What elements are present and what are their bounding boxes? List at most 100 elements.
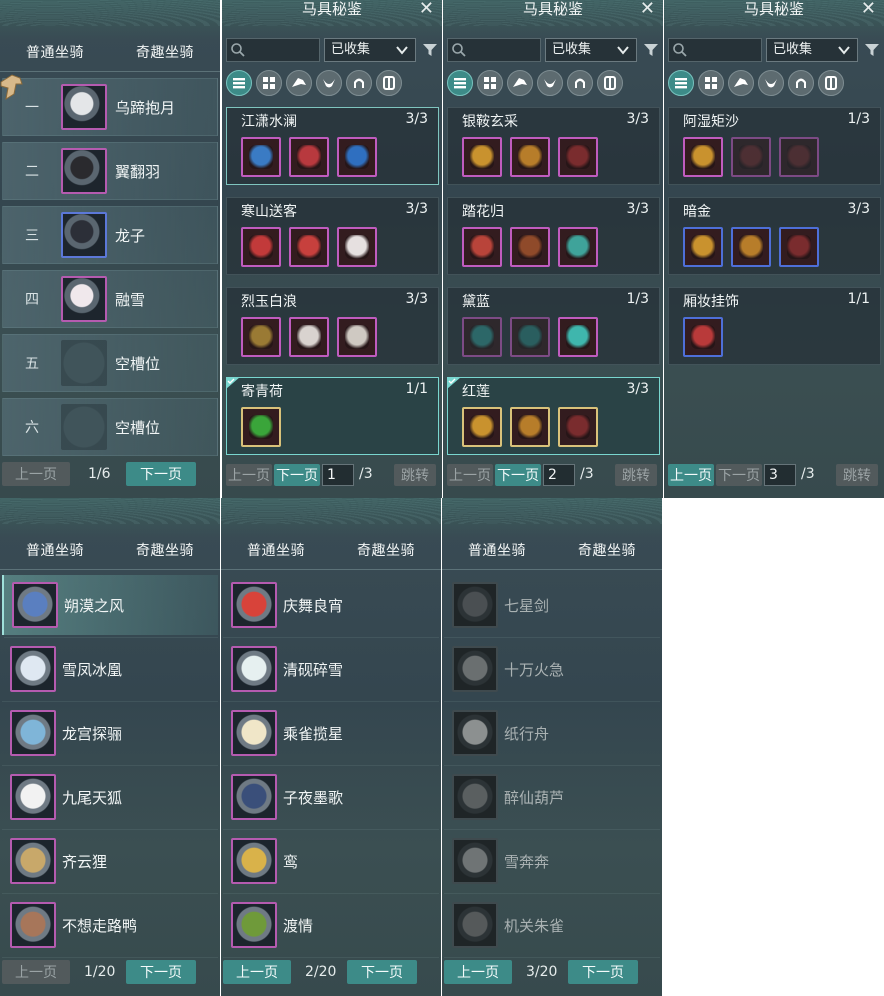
page-input[interactable]: 1 <box>322 464 354 486</box>
fun-mount-row[interactable]: 龙宫探骊 <box>2 703 218 766</box>
collected-filter-select[interactable]: 已收集 <box>324 38 416 62</box>
saddle-piece-icon[interactable] <box>683 227 723 267</box>
horseshoe-icon[interactable] <box>788 70 814 96</box>
fun-mount-row[interactable]: 不想走路鸭 <box>2 895 218 958</box>
horseshoe-icon[interactable] <box>346 70 372 96</box>
fun-mount-row[interactable]: 朔漠之风 <box>2 575 218 638</box>
saddle-icon[interactable] <box>507 70 533 96</box>
next-page-button[interactable]: 下一页 <box>568 960 638 984</box>
saddle-piece-icon[interactable] <box>558 407 598 447</box>
saddle-piece-icon[interactable] <box>337 317 377 357</box>
prev-page-button[interactable]: 上一页 <box>447 464 493 486</box>
next-page-button[interactable]: 下一页 <box>716 464 762 486</box>
saddle-set-card[interactable]: 寄青荷 1/1 <box>226 377 439 455</box>
tab-fun-mounts[interactable]: 奇趣坐骑 <box>110 42 220 68</box>
filter-funnel-icon[interactable] <box>864 42 880 58</box>
saddle-piece-icon[interactable] <box>289 137 329 177</box>
page-input[interactable]: 2 <box>543 464 575 486</box>
fun-mount-row[interactable]: 九尾天狐 <box>2 767 218 830</box>
list-view-icon[interactable] <box>447 70 473 96</box>
fun-mount-row[interactable]: 齐云狸 <box>2 831 218 894</box>
prev-page-button[interactable]: 上一页 <box>223 960 291 984</box>
tab-fun-mounts[interactable]: 奇趣坐骑 <box>552 540 662 566</box>
grid-view-icon[interactable] <box>256 70 282 96</box>
fun-mount-row[interactable]: 清砚碎雪 <box>223 639 439 702</box>
saddle-set-card[interactable]: 厢妆挂饰 1/1 <box>668 287 881 365</box>
saddle-piece-icon[interactable] <box>510 137 550 177</box>
horseshoe-icon[interactable] <box>567 70 593 96</box>
grid-view-icon[interactable] <box>477 70 503 96</box>
saddle-set-card[interactable]: 暗金 3/3 <box>668 197 881 275</box>
saddle-set-card[interactable]: 黛蓝 1/3 <box>447 287 660 365</box>
fun-mount-row[interactable]: 鸾 <box>223 831 439 894</box>
armor-icon[interactable] <box>818 70 844 96</box>
fun-mount-row[interactable]: 子夜墨歌 <box>223 767 439 830</box>
saddle-set-card[interactable]: 红莲 3/3 <box>447 377 660 455</box>
saddle-piece-icon[interactable] <box>510 317 550 357</box>
next-page-button[interactable]: 下一页 <box>347 960 417 984</box>
saddle-piece-icon[interactable] <box>683 317 723 357</box>
saddle-piece-icon[interactable] <box>289 227 329 267</box>
fun-mount-row[interactable]: 七星剑 <box>444 575 660 638</box>
search-input[interactable] <box>447 38 541 62</box>
saddle-piece-icon[interactable] <box>510 227 550 267</box>
mount-slot-row[interactable]: 二 翼翻羽 <box>2 142 218 200</box>
saddle-set-card[interactable]: 阿湿矩沙 1/3 <box>668 107 881 185</box>
mount-slot-row[interactable]: 三 龙子 <box>2 206 218 264</box>
next-page-button[interactable]: 下一页 <box>126 462 196 486</box>
mount-slot-row[interactable]: 五 空槽位 <box>2 334 218 392</box>
prev-page-button[interactable]: 上一页 <box>444 960 512 984</box>
saddle-piece-icon[interactable] <box>558 137 598 177</box>
saddle-set-card[interactable]: 烈玉白浪 3/3 <box>226 287 439 365</box>
jump-button[interactable]: 跳转 <box>615 464 657 486</box>
grid-view-icon[interactable] <box>698 70 724 96</box>
mount-slot-row[interactable]: 四 融雪 <box>2 270 218 328</box>
tab-fun-mounts[interactable]: 奇趣坐骑 <box>110 540 220 566</box>
tab-normal-mounts[interactable]: 普通坐骑 <box>221 540 331 566</box>
saddle-piece-icon[interactable] <box>241 227 281 267</box>
fun-mount-row[interactable]: 醉仙葫芦 <box>444 767 660 830</box>
filter-funnel-icon[interactable] <box>643 42 659 58</box>
mount-slot-row[interactable]: 一乌蹄抱月 <box>2 78 218 136</box>
next-page-button[interactable]: 下一页 <box>126 960 196 984</box>
prev-page-button[interactable]: 上一页 <box>2 462 70 486</box>
list-view-icon[interactable] <box>668 70 694 96</box>
saddle-piece-icon[interactable] <box>731 227 771 267</box>
saddle-icon[interactable] <box>728 70 754 96</box>
close-icon[interactable]: ✕ <box>861 0 876 19</box>
tab-normal-mounts[interactable]: 普通坐骑 <box>0 42 110 68</box>
fun-mount-row[interactable]: 乘雀揽星 <box>223 703 439 766</box>
fun-mount-row[interactable]: 纸行舟 <box>444 703 660 766</box>
saddle-piece-icon[interactable] <box>462 407 502 447</box>
next-page-button[interactable]: 下一页 <box>274 464 320 486</box>
search-input[interactable] <box>226 38 320 62</box>
mount-slot-row[interactable]: 六 空槽位 <box>2 398 218 456</box>
saddle-piece-icon[interactable] <box>289 317 329 357</box>
next-page-button[interactable]: 下一页 <box>495 464 541 486</box>
saddle-piece-icon[interactable] <box>558 317 598 357</box>
fun-mount-row[interactable]: 庆舞良宵 <box>223 575 439 638</box>
stirrup-icon[interactable] <box>758 70 784 96</box>
stirrup-icon[interactable] <box>537 70 563 96</box>
saddle-set-card[interactable]: 踏花归 3/3 <box>447 197 660 275</box>
tab-fun-mounts[interactable]: 奇趣坐骑 <box>331 540 441 566</box>
saddle-piece-icon[interactable] <box>558 227 598 267</box>
page-input[interactable]: 3 <box>764 464 796 486</box>
saddle-piece-icon[interactable] <box>779 227 819 267</box>
fun-mount-row[interactable]: 雪凤冰凰 <box>2 639 218 702</box>
saddle-icon[interactable] <box>286 70 312 96</box>
list-view-icon[interactable] <box>226 70 252 96</box>
saddle-piece-icon[interactable] <box>241 317 281 357</box>
collected-filter-select[interactable]: 已收集 <box>545 38 637 62</box>
fun-mount-row[interactable]: 机关朱雀 <box>444 895 660 958</box>
saddle-piece-icon[interactable] <box>241 137 281 177</box>
close-icon[interactable]: ✕ <box>419 0 434 19</box>
saddle-piece-icon[interactable] <box>462 317 502 357</box>
jump-button[interactable]: 跳转 <box>394 464 436 486</box>
saddle-piece-icon[interactable] <box>462 137 502 177</box>
armor-icon[interactable] <box>376 70 402 96</box>
saddle-piece-icon[interactable] <box>337 137 377 177</box>
saddle-piece-icon[interactable] <box>510 407 550 447</box>
fun-mount-row[interactable]: 十万火急 <box>444 639 660 702</box>
prev-page-button[interactable]: 上一页 <box>226 464 272 486</box>
